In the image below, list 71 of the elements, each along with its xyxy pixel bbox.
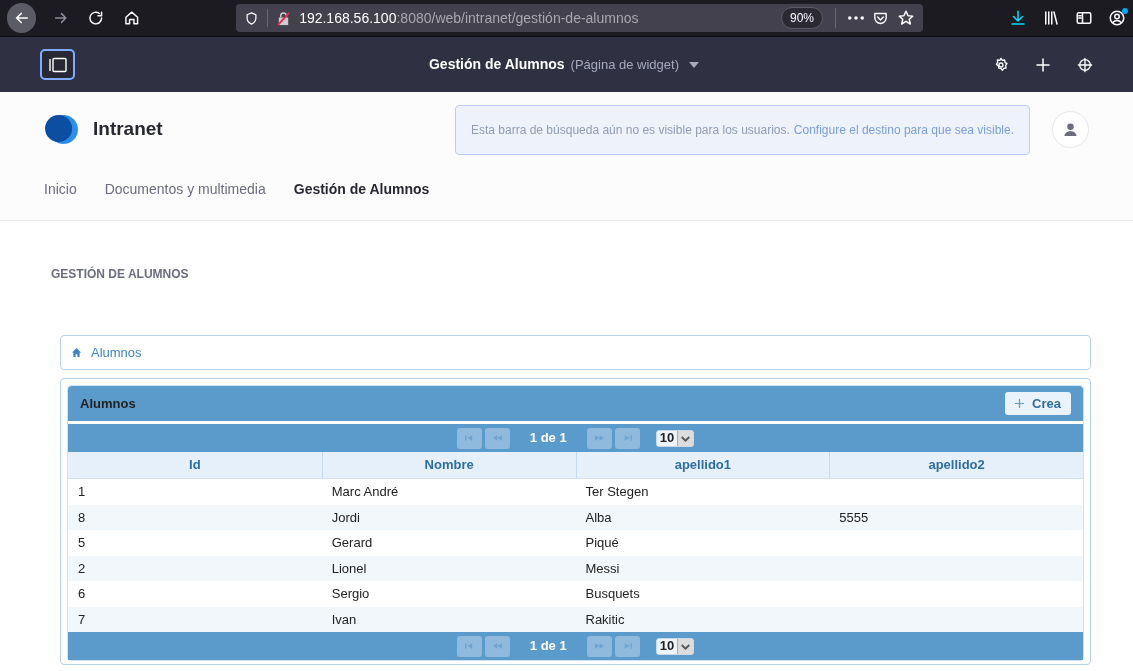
zoom-badge[interactable]: 90%	[781, 7, 824, 29]
page-indicator: 1 de 1	[528, 637, 568, 656]
insecure-lock-icon	[276, 10, 292, 26]
table-cell-text: Lionel	[331, 559, 367, 578]
double-arrow-icon	[594, 643, 604, 649]
shield-icon[interactable]	[244, 10, 260, 26]
user-icon	[1063, 122, 1078, 137]
chevron-down-icon	[677, 430, 694, 446]
settings-icon[interactable]	[993, 56, 1009, 73]
page-title: Gestión de Alumnos	[429, 55, 565, 74]
nav-link[interactable]: Inicio	[44, 179, 77, 200]
table-cell-text: 6	[78, 585, 86, 603]
plus-icon[interactable]	[1034, 55, 1052, 74]
chevron-down-icon	[677, 638, 694, 654]
table-cell-text: Sergio	[331, 585, 370, 603]
table-cell-text: 8	[78, 508, 86, 527]
double-arrow-icon	[492, 643, 502, 649]
site-logo	[44, 114, 79, 145]
panel-icon	[47, 56, 68, 73]
skip-icon	[622, 643, 632, 649]
page-subtitle: (Página de widget)	[570, 55, 679, 74]
reload-icon[interactable]	[87, 9, 105, 27]
table-cell-text: Jordi	[331, 508, 360, 527]
address-field[interactable]: 192.168.56.100:8080/web/intranet/gestión-de-alumnos	[299, 7, 639, 29]
table-cell-text: Marc André	[331, 483, 399, 501]
skip-icon	[464, 643, 474, 649]
plus-icon	[1015, 399, 1025, 408]
table-cell-text: Ivan	[331, 610, 357, 629]
column-header[interactable]: Nombre	[321, 452, 576, 478]
table-cell-text: Piqué	[585, 534, 619, 552]
double-arrow-icon	[492, 435, 502, 441]
table-cell-text: 7	[78, 610, 86, 629]
double-arrow-icon	[594, 435, 604, 441]
table-cell-text: 5555	[839, 508, 869, 527]
table-cell-text: Busquets	[585, 585, 640, 603]
section-heading: GESTIÓN DE ALUMNOS	[51, 265, 190, 283]
column-header[interactable]: Id	[68, 452, 322, 478]
back-button[interactable]	[7, 3, 37, 33]
home-icon[interactable]	[122, 9, 141, 27]
library-icon[interactable]	[1042, 9, 1061, 27]
column-header[interactable]: apellido1	[575, 452, 830, 478]
account-icon[interactable]	[1108, 9, 1127, 27]
star-icon[interactable]	[897, 9, 916, 27]
toggle-panel-button[interactable]	[40, 49, 75, 80]
breadcrumb-link[interactable]: Alumnos	[91, 342, 142, 363]
column-header[interactable]: apellido2	[829, 452, 1083, 478]
table-cell-text: 5	[78, 534, 86, 552]
page-size-select[interactable]: 10	[655, 637, 695, 655]
table-cell-text: 1	[78, 483, 86, 501]
notice-text: Esta barra de búsqueda aún no es visible para los usuarios.	[471, 121, 790, 139]
table-cell-text: 2	[78, 559, 86, 578]
table-cell-text: Messi	[585, 559, 620, 578]
nav-link[interactable]: Documentos y multimedia	[104, 179, 266, 200]
page-size-select[interactable]: 10	[655, 429, 695, 447]
sidebar-icon[interactable]	[1075, 9, 1094, 27]
table-cell-text: Rakitic	[585, 610, 625, 629]
skip-icon	[622, 435, 632, 441]
create-button[interactable]: Crea	[1005, 392, 1071, 415]
more-icon[interactable]	[848, 16, 865, 20]
table-cell-text: Alba	[585, 508, 612, 527]
skip-icon	[464, 435, 474, 441]
table-cell-text: Gerard	[331, 534, 373, 552]
table-cell-text: Ter Stegen	[585, 483, 649, 501]
page-indicator: 1 de 1	[528, 429, 568, 448]
nav-link[interactable]: Gestión de Alumnos	[293, 179, 430, 200]
site-name[interactable]: Intranet	[93, 115, 163, 144]
table-title: Alumnos	[80, 394, 136, 413]
download-icon[interactable]	[1009, 9, 1028, 27]
user-avatar[interactable]	[1052, 111, 1089, 148]
caret-icon[interactable]	[689, 61, 699, 68]
crosshair-icon[interactable]	[1077, 56, 1093, 73]
